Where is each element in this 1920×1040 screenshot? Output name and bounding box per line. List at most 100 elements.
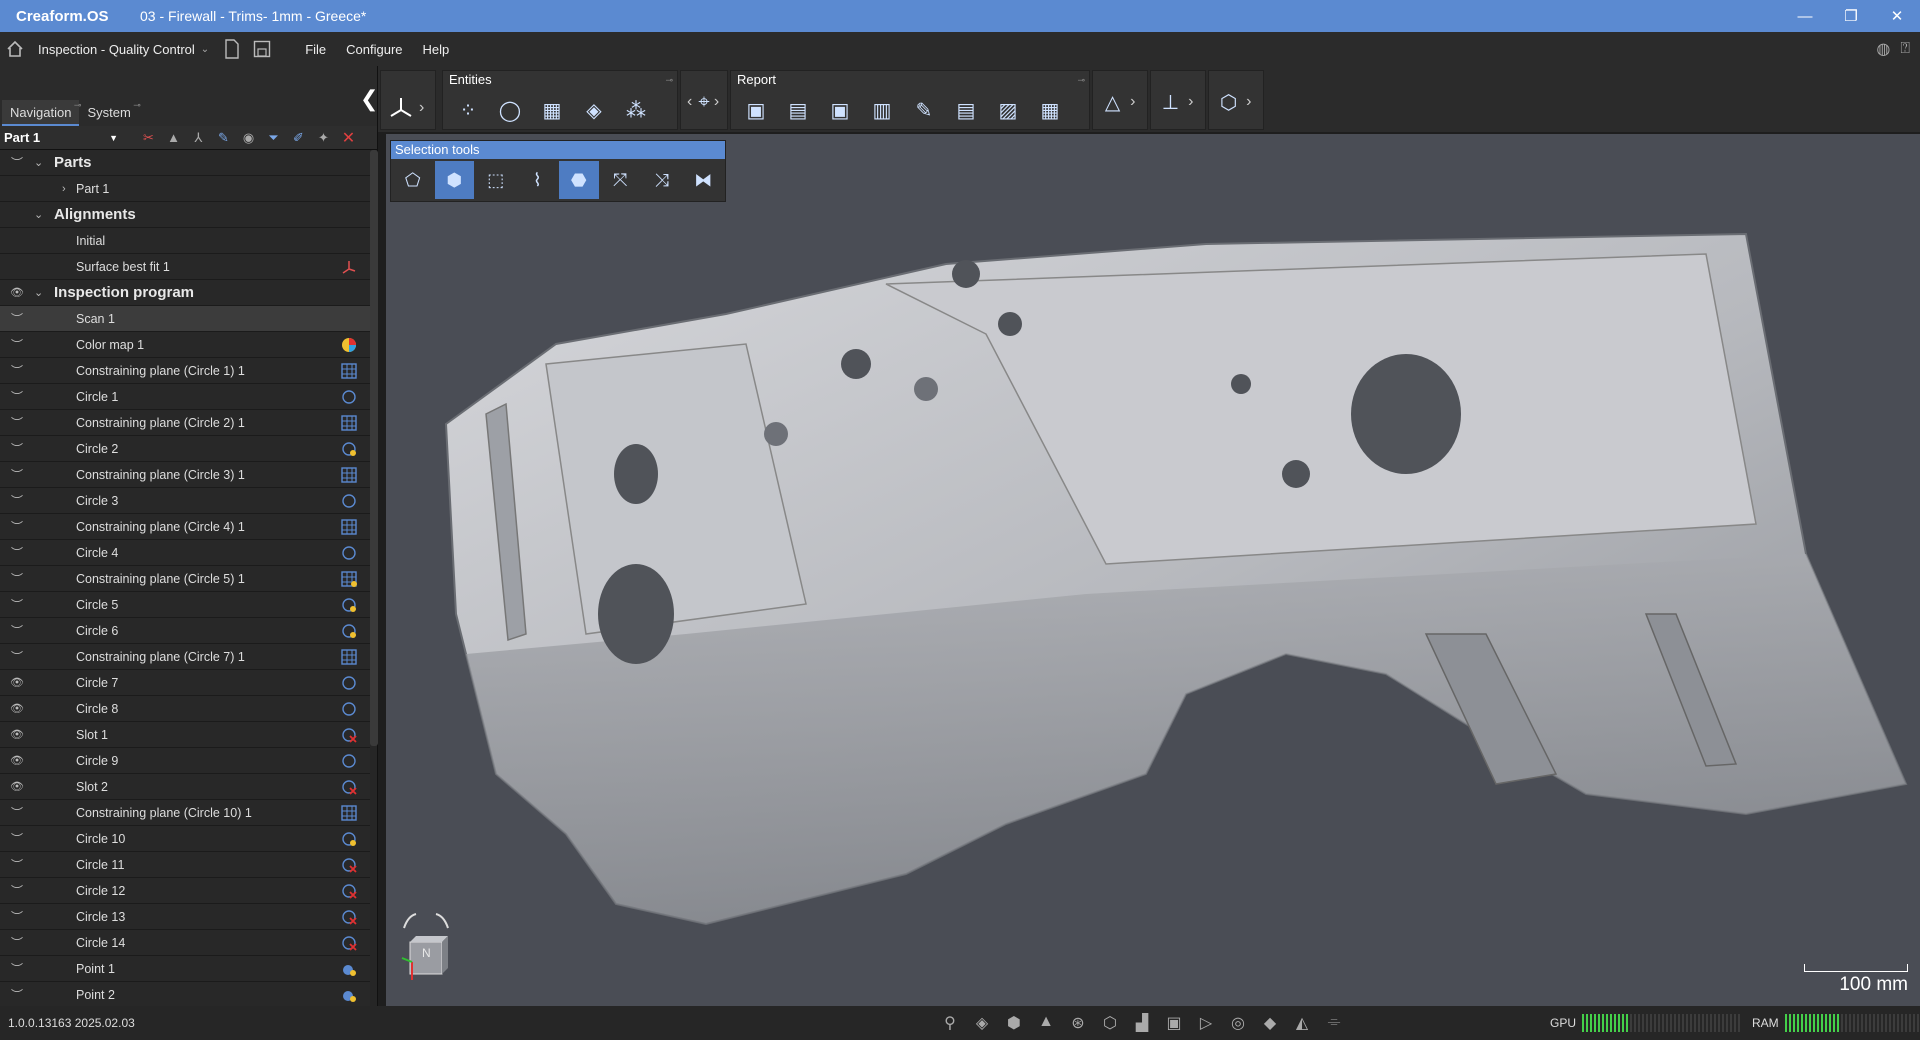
- tree-row[interactable]: ︶ Circle 12: [0, 878, 370, 904]
- tree-row[interactable]: ︶ Circle 4: [0, 540, 370, 566]
- chevron-right-icon[interactable]: ›: [62, 183, 76, 195]
- targets-status-icon[interactable]: ⊛: [1068, 1013, 1088, 1033]
- close-button[interactable]: ✕: [1874, 0, 1920, 32]
- eye-closed-icon[interactable]: ︶: [0, 414, 34, 431]
- eye-closed-icon[interactable]: ︶: [0, 518, 34, 535]
- grid-icon[interactable]: ▦: [533, 93, 571, 127]
- tree-row[interactable]: 👁 Slot 1: [0, 722, 370, 748]
- tree-row[interactable]: ︶ Circle 14: [0, 930, 370, 956]
- chevron-down-icon[interactable]: ⌄: [34, 286, 48, 299]
- snapshot-status-icon[interactable]: ▣: [1164, 1013, 1184, 1033]
- cube-status-icon[interactable]: ⬡: [1100, 1013, 1120, 1033]
- select-surface-icon[interactable]: ⬠: [393, 161, 433, 199]
- tree-row[interactable]: ︶ Point 1: [0, 956, 370, 982]
- target-status-icon[interactable]: ◎: [1228, 1013, 1248, 1033]
- tree-group[interactable]: ︶ ⌄ Parts: [0, 150, 370, 176]
- paint-icon[interactable]: ✎: [213, 128, 234, 148]
- chevron-down-icon[interactable]: ⌄: [34, 208, 48, 221]
- surface-status-icon[interactable]: ⬢: [1004, 1013, 1024, 1033]
- eye-closed-icon[interactable]: ︶: [0, 856, 34, 873]
- chevron-right-icon[interactable]: ›: [714, 85, 721, 119]
- tree-row[interactable]: ︶ Constraining plane (Circle 5) 1: [0, 566, 370, 592]
- tree-row[interactable]: ︶ Circle 6: [0, 618, 370, 644]
- eye-icon[interactable]: 👁: [0, 754, 34, 767]
- menu-configure[interactable]: Configure: [336, 42, 412, 57]
- eye-icon[interactable]: 👁: [0, 728, 34, 741]
- tree-row[interactable]: ︶ Circle 11: [0, 852, 370, 878]
- eye-icon[interactable]: 👁: [0, 676, 34, 689]
- minimize-button[interactable]: —: [1782, 0, 1828, 32]
- part-select[interactable]: Part 1 ▼: [0, 127, 124, 149]
- navigation-cube[interactable]: N: [396, 902, 456, 992]
- tree-row[interactable]: ︶ Color map 1: [0, 332, 370, 358]
- tree-row[interactable]: ︶ Circle 3: [0, 488, 370, 514]
- menu-help[interactable]: Help: [413, 42, 460, 57]
- surface2-status-icon[interactable]: ◭: [1292, 1013, 1312, 1033]
- tree-group[interactable]: ⌄ Alignments: [0, 202, 370, 228]
- collapse-panel-icon[interactable]: ❮: [360, 86, 378, 112]
- eye-closed-icon[interactable]: ︶: [0, 934, 34, 951]
- chevron-right-icon[interactable]: ›: [419, 91, 429, 125]
- chevron-right-icon[interactable]: ›: [1130, 85, 1141, 119]
- chevron-right-icon[interactable]: ›: [1246, 85, 1257, 119]
- home-icon[interactable]: [0, 34, 30, 64]
- eye-closed-icon[interactable]: ︶: [0, 830, 34, 847]
- section-status-icon[interactable]: ⌯: [1324, 1013, 1344, 1033]
- report-colormap-icon[interactable]: ▤: [779, 93, 817, 127]
- pin-icon[interactable]: ⊸: [665, 71, 673, 89]
- tree-row[interactable]: ︶ Constraining plane (Circle 3) 1: [0, 462, 370, 488]
- eye-closed-icon[interactable]: ︶: [0, 882, 34, 899]
- tree-row[interactable]: › Part 1: [0, 176, 370, 202]
- chart-status-icon[interactable]: ▟: [1132, 1013, 1152, 1033]
- chevron-down-icon[interactable]: ⌄: [34, 156, 48, 169]
- save-icon[interactable]: [247, 34, 277, 64]
- chevron-left-icon[interactable]: ‹: [687, 85, 694, 119]
- layers-icon[interactable]: ◈: [575, 93, 613, 127]
- tab-system[interactable]: System ⊸: [79, 100, 140, 126]
- eye-icon[interactable]: ◉: [238, 128, 259, 148]
- new-file-icon[interactable]: [217, 34, 247, 64]
- tree-row[interactable]: ︶ Constraining plane (Circle 2) 1: [0, 410, 370, 436]
- pin-icon[interactable]: ⊸: [1077, 71, 1085, 89]
- report-stack-icon[interactable]: ▦: [1031, 93, 1069, 127]
- eye-closed-icon[interactable]: ︶: [0, 310, 34, 327]
- workspace-selector[interactable]: Inspection - Quality Control ⌄: [30, 42, 217, 57]
- tree-row[interactable]: 👁 Slot 2: [0, 774, 370, 800]
- tree-scrollbar[interactable]: [370, 150, 378, 746]
- eye-closed-icon[interactable]: ︶: [0, 960, 34, 977]
- eye-closed-icon[interactable]: ︶: [0, 648, 34, 665]
- eye-closed-icon[interactable]: ︶: [0, 544, 34, 561]
- tab-navigation[interactable]: Navigation ⊸: [2, 100, 81, 126]
- remove-filter-icon[interactable]: ✂: [138, 128, 159, 148]
- eye-closed-icon[interactable]: ︶: [0, 908, 34, 925]
- tree-row[interactable]: ︶ Circle 2: [0, 436, 370, 462]
- report-table-icon[interactable]: ▥: [863, 93, 901, 127]
- mirror-selection-icon[interactable]: ⧓: [684, 161, 724, 199]
- probe-icon[interactable]: ⊥: [1157, 85, 1184, 119]
- eye-closed-icon[interactable]: ︶: [0, 388, 34, 405]
- report-edit-icon[interactable]: ✎: [905, 93, 943, 127]
- eye-closed-icon[interactable]: ︶: [0, 154, 34, 171]
- tree-row[interactable]: ︶ Constraining plane (Circle 1) 1: [0, 358, 370, 384]
- tree-row[interactable]: ︶ Circle 5: [0, 592, 370, 618]
- report-snapshot-icon[interactable]: ▣: [821, 93, 859, 127]
- probe-status-icon[interactable]: ⚲: [940, 1013, 960, 1033]
- axes-icon[interactable]: ⅄: [188, 128, 209, 148]
- rectangle-select-icon[interactable]: ⬚: [476, 161, 516, 199]
- tree-row[interactable]: 👁 Circle 7: [0, 670, 370, 696]
- chevron-right-icon[interactable]: ›: [1188, 85, 1199, 119]
- shapes-status-icon[interactable]: ▲: [1036, 1013, 1056, 1033]
- eye-closed-icon[interactable]: ︶: [0, 622, 34, 639]
- maximize-button[interactable]: ❐: [1828, 0, 1874, 32]
- tree-row[interactable]: 👁 Circle 8: [0, 696, 370, 722]
- eye-closed-icon[interactable]: ︶: [0, 466, 34, 483]
- tree-row[interactable]: ︶ Point 2: [0, 982, 370, 1008]
- eye-closed-icon[interactable]: ︶: [0, 986, 34, 1003]
- play-status-icon[interactable]: ▷: [1196, 1013, 1216, 1033]
- circles-icon[interactable]: ⁂: [617, 93, 655, 127]
- scanner-status-icon[interactable]: ◈: [972, 1013, 992, 1033]
- globe-icon[interactable]: ◍: [1876, 39, 1890, 59]
- select-connected-icon[interactable]: ⤧: [601, 161, 641, 199]
- tree-row[interactable]: ︶ Constraining plane (Circle 10) 1: [0, 800, 370, 826]
- tree-row[interactable]: Surface best fit 1: [0, 254, 370, 280]
